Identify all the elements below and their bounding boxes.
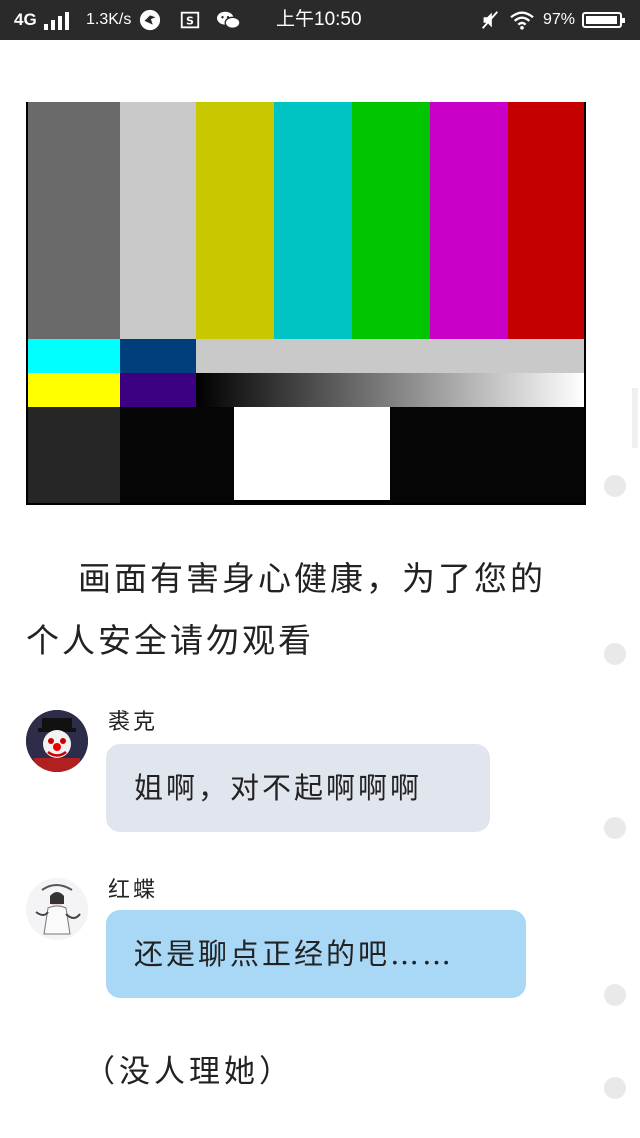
scroll-dot[interactable] [604, 984, 626, 1006]
svg-text:S: S [186, 15, 194, 28]
network-speed: 1.3K/s [86, 11, 132, 28]
paragraph-line-2: 个人安全请勿观看 [26, 621, 314, 660]
article-paragraph: 画面有害身心健康，为了您的 个人安全请勿观看 [26, 548, 586, 672]
scroll-dot[interactable] [604, 1077, 626, 1099]
color-bars-image [26, 102, 586, 505]
battery-percent: 97% [543, 11, 576, 28]
mute-icon [481, 11, 499, 29]
network-type: 4G [14, 10, 37, 29]
avatar [26, 710, 88, 772]
signal-icon [44, 12, 74, 30]
battery-icon [582, 12, 625, 28]
status-bar: 4G 1.3K/s S 上午10:50 97% [0, 0, 640, 40]
sender-name: 红蝶 [108, 878, 159, 903]
aside-text: （没人理她） [84, 1054, 294, 1090]
clock: 上午10:50 [276, 9, 362, 30]
scroll-dot[interactable] [604, 475, 626, 497]
message-bubble: 姐啊，对不起啊啊啊 [106, 744, 490, 832]
scroll-dot[interactable] [604, 817, 626, 839]
butterfly-lady-avatar-icon [26, 878, 88, 940]
wifi-icon [510, 11, 534, 30]
sender-name: 裘克 [108, 710, 159, 735]
scrollbar[interactable] [632, 388, 638, 448]
scroll-dot[interactable] [604, 643, 626, 665]
screenshot-icon: S [180, 11, 200, 29]
message-bubble: 还是聊点正经的吧…… [106, 910, 526, 998]
clown-avatar-icon [26, 710, 88, 772]
avatar [26, 878, 88, 940]
bird-app-icon [139, 9, 161, 31]
paragraph-line-1: 画面有害身心健康，为了您的 [78, 559, 546, 598]
wechat-icon [217, 11, 241, 29]
